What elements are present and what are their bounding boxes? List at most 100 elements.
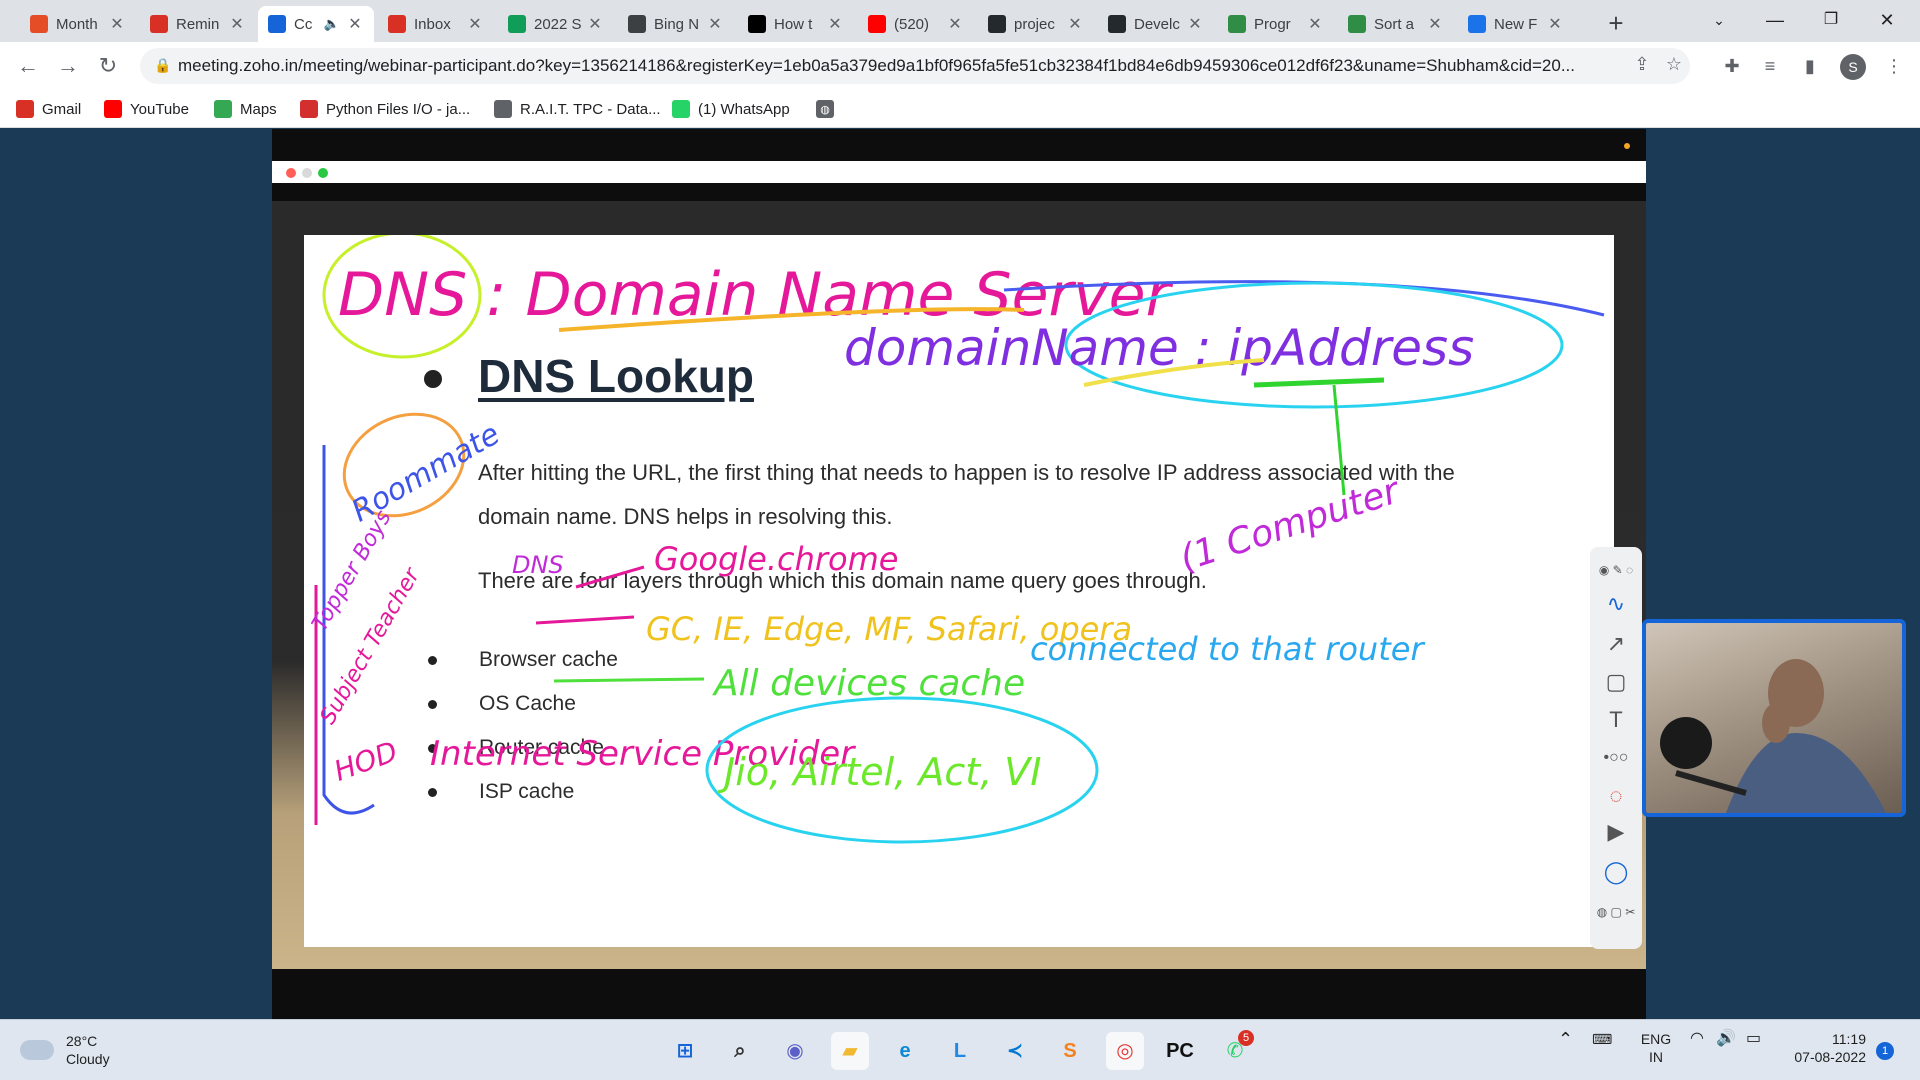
bookmark-5[interactable]: (1) WhatsApp	[672, 98, 790, 120]
tab-7[interactable]: (520) ✕	[858, 6, 974, 42]
tab-search-chevron-icon[interactable]: ⌄	[1696, 4, 1742, 36]
reload-button[interactable]: ↻	[92, 50, 124, 82]
bookmark-1[interactable]: YouTube	[104, 98, 189, 120]
url-text[interactable]: meeting.zoho.in/meeting/webinar-particip…	[178, 56, 1618, 76]
language-indicator[interactable]: ENG IN	[1634, 1030, 1678, 1066]
close-tab-icon[interactable]: ✕	[1546, 14, 1564, 34]
close-tab-icon[interactable]: ✕	[946, 14, 964, 34]
tab-4[interactable]: 2022 S ✕	[498, 6, 614, 42]
tab-0[interactable]: Month ✕	[20, 6, 136, 42]
bookmark-0[interactable]: Gmail	[16, 98, 81, 120]
palette-header-icon[interactable]: ◉ ✎ ◌	[1590, 553, 1642, 587]
edge-icon[interactable]: e	[886, 1032, 924, 1070]
clock[interactable]: 11:19 07-08-2022	[1786, 1030, 1866, 1066]
zoho-icon	[30, 15, 48, 33]
tray-chevron-icon[interactable]: ⌃	[1558, 1030, 1573, 1048]
stroke-width-icon[interactable]: •○○	[1590, 741, 1642, 775]
close-tab-icon[interactable]: ✕	[826, 14, 844, 34]
vscode-icon[interactable]: ≺	[996, 1032, 1034, 1070]
presenter-video-feed	[1646, 623, 1902, 813]
tab-title: Progr	[1254, 15, 1291, 33]
bookmark-star-icon[interactable]: ☆	[1662, 54, 1686, 78]
search-icon[interactable]: ⌕	[721, 1032, 759, 1070]
notification-badge[interactable]: 1	[1876, 1042, 1894, 1060]
new-tab-button[interactable]: +	[1600, 8, 1632, 40]
file-explorer-icon[interactable]: ▰	[831, 1032, 869, 1070]
share-icon[interactable]: ⇪	[1630, 54, 1654, 78]
teams-chat-icon[interactable]: ◉	[776, 1032, 814, 1070]
tab-1[interactable]: Remin ✕	[140, 6, 256, 42]
annotation-router-note: All devices cache	[712, 663, 1025, 704]
forward-button[interactable]: →	[52, 50, 84, 82]
webinar-page: DNS Lookup After hitting the URL, the fi…	[0, 129, 1920, 1019]
close-tab-icon[interactable]: ✕	[586, 14, 604, 34]
tab-12[interactable]: New F ✕	[1458, 6, 1574, 42]
wifi-icon[interactable]: ◠	[1690, 1030, 1704, 1048]
tab-title: Month	[56, 15, 98, 33]
profile-avatar[interactable]: S	[1840, 54, 1866, 80]
extensions-icon[interactable]: ✚	[1718, 52, 1746, 80]
tab-title: Bing N	[654, 15, 700, 33]
close-tab-icon[interactable]: ✕	[1066, 14, 1084, 34]
media-control-icon[interactable]: ≡	[1756, 52, 1784, 80]
weather-desc: Cloudy	[66, 1051, 110, 1067]
k-icon	[1468, 15, 1486, 33]
rakuten-icon	[748, 15, 766, 33]
back-button[interactable]: ←	[12, 50, 44, 82]
keyboard-icon[interactable]: ⌨	[1592, 1030, 1612, 1048]
color-picker-icon[interactable]: ◌	[1590, 779, 1642, 813]
window-minimize-dot-icon	[302, 168, 312, 178]
close-tab-icon[interactable]: ✕	[706, 14, 724, 34]
close-tab-icon[interactable]: ✕	[466, 14, 484, 34]
palette-footer-icon[interactable]: ◍ ▢ ✂	[1590, 895, 1642, 929]
close-tab-icon[interactable]: ✕	[1306, 14, 1324, 34]
pycharm-icon[interactable]: PC	[1161, 1032, 1199, 1070]
dns-circle	[322, 235, 482, 359]
annotation-side-note-1: Topper Boys	[308, 506, 397, 635]
timer-icon[interactable]: ◯	[1590, 855, 1642, 889]
close-tab-icon[interactable]: ✕	[228, 14, 246, 34]
bookmarks-bar: Gmail YouTube Maps Python Files I/O - ja...…	[0, 90, 1920, 128]
tab-6[interactable]: How t ✕	[738, 6, 854, 42]
pen-tool-icon[interactable]: ∿	[1590, 587, 1642, 621]
presenter-video[interactable]	[1642, 619, 1906, 817]
battery-icon[interactable]: ▭	[1746, 1030, 1761, 1048]
text-tool-icon[interactable]: T	[1590, 703, 1642, 737]
side-panel-icon[interactable]: ▮	[1796, 52, 1824, 80]
close-tab-icon[interactable]: ✕	[346, 14, 364, 34]
tab-9[interactable]: Develc ✕	[1098, 6, 1214, 42]
tab-11[interactable]: Sort a ✕	[1338, 6, 1454, 42]
tab-title: (520)	[894, 15, 930, 33]
weather-widget[interactable]: 28°C Cloudy	[20, 1032, 110, 1068]
rectangle-tool-icon[interactable]: ▢	[1590, 665, 1642, 699]
close-window-button[interactable]: ✕	[1864, 4, 1910, 36]
sublime-icon[interactable]: S	[1051, 1032, 1089, 1070]
gmail-icon	[388, 15, 406, 33]
address-bar[interactable]: 🔒 meeting.zoho.in/meeting/webinar-partic…	[140, 48, 1690, 84]
close-tab-icon[interactable]: ✕	[108, 14, 126, 34]
close-tab-icon[interactable]: ✕	[1426, 14, 1444, 34]
l-app-icon[interactable]: L	[941, 1032, 979, 1070]
menu-kebab-icon[interactable]: ⋮	[1880, 52, 1908, 80]
minimize-button[interactable]: —	[1752, 4, 1798, 36]
lock-icon[interactable]: 🔒	[154, 57, 171, 74]
windows-start-icon[interactable]: ⊞	[666, 1032, 704, 1070]
bookmark-2[interactable]: Maps	[214, 98, 277, 120]
tab-3[interactable]: Inbox ✕	[378, 6, 494, 42]
gmail-icon	[16, 100, 34, 118]
close-tab-icon[interactable]: ✕	[1186, 14, 1204, 34]
tab-5[interactable]: Bing N ✕	[618, 6, 734, 42]
tab-2[interactable]: Cc 🔈 ✕	[258, 6, 374, 42]
arrow-tool-icon[interactable]: ↗	[1590, 627, 1642, 661]
bookmark-3[interactable]: Python Files I/O - ja...	[300, 98, 470, 120]
bookmark-globe-icon[interactable]: ◍	[816, 98, 842, 120]
play-icon[interactable]: ▶	[1590, 815, 1642, 849]
chrome-icon[interactable]: ◎	[1106, 1032, 1144, 1070]
bookmark-4[interactable]: R.A.I.T. TPC - Data...	[494, 98, 661, 120]
tab-8[interactable]: projec ✕	[978, 6, 1094, 42]
tab-title: Develc	[1134, 15, 1180, 33]
volume-icon[interactable]: 🔊	[1716, 1030, 1736, 1048]
tab-10[interactable]: Progr ✕	[1218, 6, 1334, 42]
audio-playing-icon[interactable]: 🔈	[324, 16, 340, 32]
restore-button[interactable]: ❐	[1808, 4, 1854, 36]
